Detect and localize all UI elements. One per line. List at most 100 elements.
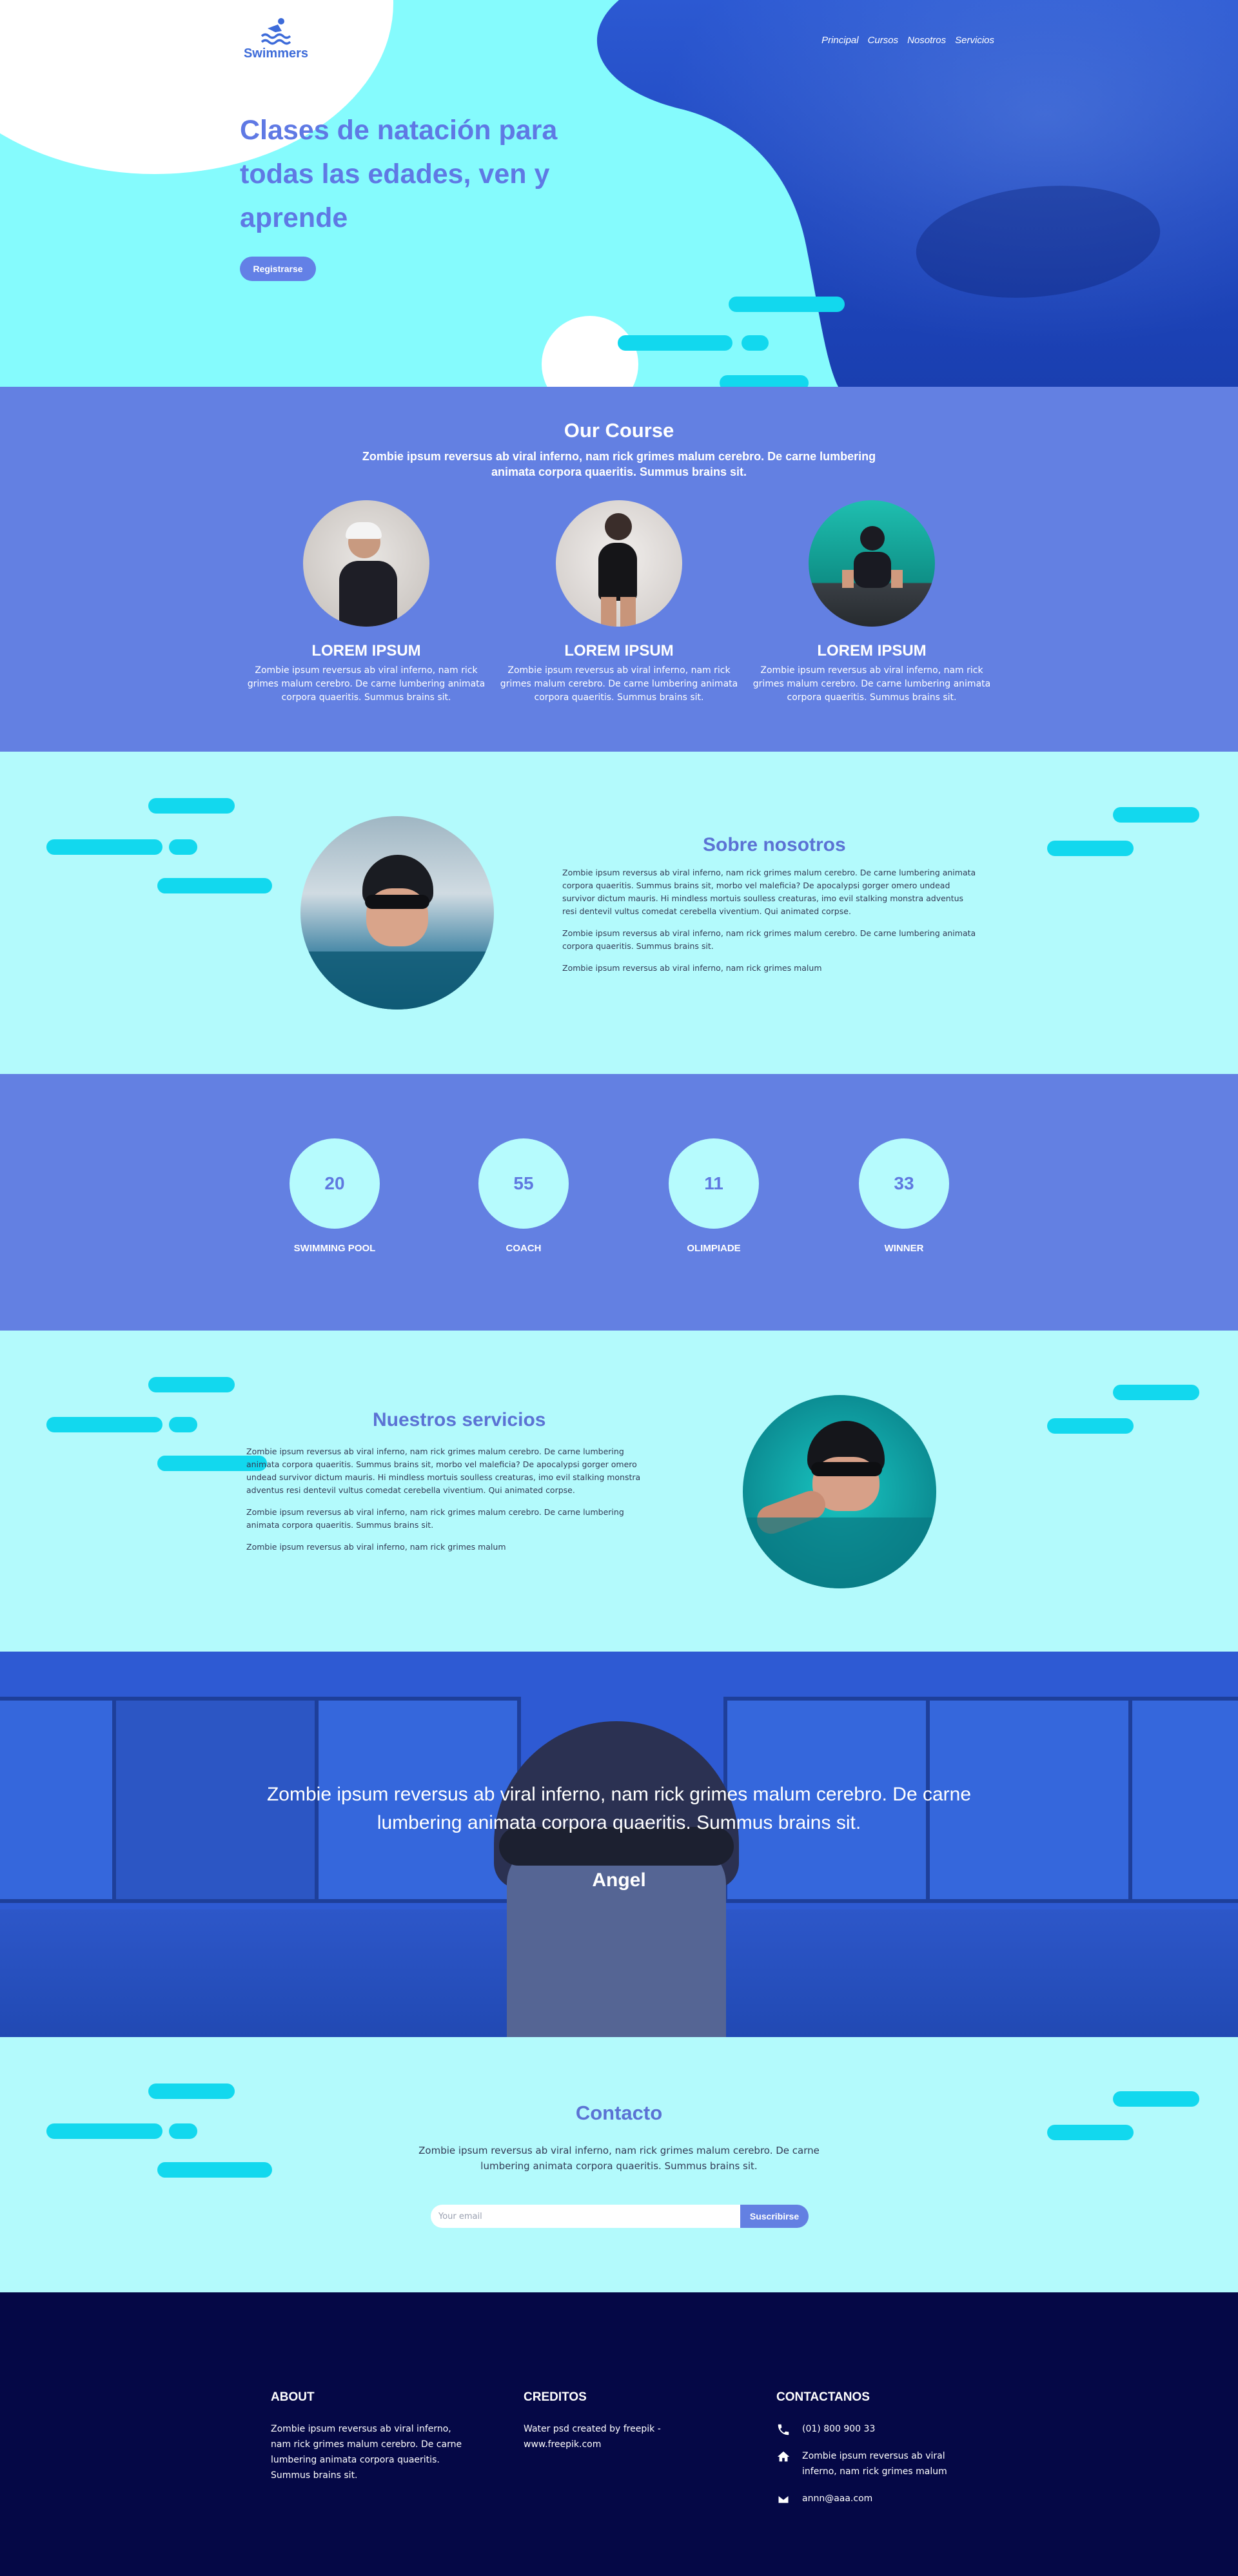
decor-pill — [1047, 2125, 1134, 2140]
services-paragraph: Zombie ipsum reversus ab viral inferno, … — [246, 1447, 641, 1495]
course-card-text: Zombie ipsum reversus ab viral inferno, … — [500, 665, 738, 703]
testimonial-author: Angel — [592, 1869, 646, 1891]
course-card-title: LOREM IPSUM — [817, 642, 927, 659]
testimonial-section: Zombie ipsum reversus ab viral inferno, … — [0, 1652, 1238, 2037]
services-paragraph: Zombie ipsum reversus ab viral inferno, … — [246, 1507, 624, 1530]
decor-pill — [46, 839, 162, 855]
decor-pill — [169, 839, 197, 855]
nav-item-principal[interactable]: Principal — [821, 35, 859, 46]
course-card[interactable]: LOREM IPSUM Zombie ipsum reversus ab vir… — [746, 500, 997, 705]
decor-pill — [1047, 1418, 1134, 1434]
stat-value: 11 — [669, 1138, 759, 1229]
footer-contact: CONTACTANOS (01) 800 900 33 Zombie ipsum… — [776, 2390, 970, 2518]
testimonial-quote: Zombie ipsum reversus ab viral inferno, … — [266, 1784, 972, 1833]
decor-pill — [157, 2162, 272, 2178]
decor-pill — [1113, 1385, 1199, 1400]
decor-pill — [148, 2083, 235, 2099]
contact-address: Zombie ipsum reversus ab viral inferno, … — [776, 2448, 970, 2479]
course-card-text: Zombie ipsum reversus ab viral inferno, … — [247, 665, 486, 703]
footer-about-title: ABOUT — [271, 2390, 315, 2404]
about-paragraph: Zombie ipsum reversus ab viral inferno, … — [562, 928, 976, 951]
services-photo — [743, 1395, 936, 1588]
about-section: Sobre nosotros Zombie ipsum reversus ab … — [0, 752, 1238, 1074]
course-section: Our Course Zombie ipsum reversus ab vira… — [0, 387, 1238, 752]
course-card-text: Zombie ipsum reversus ab viral inferno, … — [752, 665, 991, 703]
stat-value: 55 — [478, 1138, 569, 1229]
home-icon — [777, 2451, 790, 2462]
decor-pill — [742, 335, 769, 351]
email-input[interactable] — [431, 2205, 740, 2228]
decor-pill — [169, 2123, 197, 2139]
decor-pill — [729, 297, 845, 312]
decor-pill — [169, 1417, 197, 1432]
contact-phone-text: (01) 800 900 33 — [802, 2424, 876, 2434]
brand-name: Swimmers — [243, 46, 309, 61]
swimmer-icon — [260, 18, 291, 45]
nav-item-nosotros[interactable]: Nosotros — [907, 35, 946, 46]
subscribe-button[interactable]: Suscribirse — [740, 2205, 809, 2228]
decor-pill — [148, 798, 235, 814]
stat-item: 33 WINNER — [859, 1138, 949, 1254]
brand-logo[interactable]: Swimmers — [240, 17, 312, 61]
stat-item: 20 SWIMMING POOL — [290, 1138, 380, 1254]
main-nav: Principal Cursos Nosotros Servicios — [821, 35, 994, 46]
stat-label: SWIMMING POOL — [293, 1243, 376, 1254]
decor-pill — [1047, 841, 1134, 856]
about-photo — [300, 816, 494, 1010]
footer-credits: CREDITOS Water psd created by freepik - … — [524, 2390, 691, 2452]
stat-label: WINNER — [884, 1243, 924, 1254]
hero-section: Swimmers Principal Cursos Nosotros Servi… — [0, 0, 1238, 387]
services-text: Zombie ipsum reversus ab viral inferno, … — [246, 1445, 659, 1563]
decor-pill — [148, 1377, 235, 1392]
contact-subtitle: Zombie ipsum reversus ab viral inferno, … — [418, 2145, 820, 2172]
stat-label: OLIMPIADE — [687, 1243, 741, 1254]
footer-credits-text[interactable]: Water psd created by freepik - www.freep… — [524, 2421, 691, 2452]
decor-pill — [46, 2123, 162, 2139]
about-title: Sobre nosotros — [703, 834, 846, 855]
nav-item-cursos[interactable]: Cursos — [868, 35, 899, 46]
about-paragraph: Zombie ipsum reversus ab viral inferno, … — [562, 868, 976, 916]
contact-email[interactable]: annn@aaa.com — [776, 2491, 970, 2506]
course-photo — [303, 500, 429, 627]
footer-contact-title: CONTACTANOS — [776, 2390, 870, 2404]
about-text: Zombie ipsum reversus ab viral inferno, … — [562, 866, 979, 984]
footer-about: ABOUT Zombie ipsum reversus ab viral inf… — [271, 2390, 464, 2483]
hero-title: Clases de natación para todas las edades… — [240, 115, 558, 233]
services-paragraph: Zombie ipsum reversus ab viral inferno, … — [246, 1542, 506, 1552]
phone-icon — [778, 2424, 789, 2435]
services-section: Nuestros servicios Zombie ipsum reversus… — [0, 1331, 1238, 1652]
stat-label: COACH — [506, 1243, 542, 1254]
course-title: Our Course — [564, 419, 674, 442]
footer-credits-title: CREDITOS — [524, 2390, 587, 2404]
decor-pill — [157, 878, 272, 893]
decor-pill — [46, 1417, 162, 1432]
course-card-title: LOREM IPSUM — [311, 642, 421, 659]
stat-value: 33 — [859, 1138, 949, 1229]
mail-icon — [778, 2494, 789, 2504]
footer-about-text: Zombie ipsum reversus ab viral inferno, … — [271, 2424, 462, 2481]
stat-item: 11 OLIMPIADE — [669, 1138, 759, 1254]
decor-pill — [720, 375, 809, 387]
contact-email-text: annn@aaa.com — [802, 2493, 873, 2504]
course-card[interactable]: LOREM IPSUM Zombie ipsum reversus ab vir… — [241, 500, 492, 705]
stat-item: 55 COACH — [478, 1138, 569, 1254]
course-subtitle: Zombie ipsum reversus ab viral inferno, … — [362, 450, 876, 478]
contact-address-text: Zombie ipsum reversus ab viral inferno, … — [802, 2451, 947, 2477]
services-title: Nuestros servicios — [373, 1409, 546, 1430]
decor-pill — [1113, 807, 1199, 823]
footer: ABOUT Zombie ipsum reversus ab viral inf… — [0, 2292, 1238, 2576]
course-card[interactable]: LOREM IPSUM Zombie ipsum reversus ab vir… — [493, 500, 745, 705]
course-photo — [809, 500, 935, 627]
stats-section: 20 SWIMMING POOL 55 COACH 11 OLIMPIADE 3… — [0, 1074, 1238, 1331]
course-photo — [556, 500, 682, 627]
about-paragraph: Zombie ipsum reversus ab viral inferno, … — [562, 963, 822, 973]
decor-pill — [618, 335, 732, 351]
nav-item-servicios[interactable]: Servicios — [955, 35, 994, 46]
register-button[interactable]: Registrarse — [240, 257, 316, 281]
subscribe-form: Suscribirse — [431, 2205, 809, 2228]
contact-section: Contacto Zombie ipsum reversus ab viral … — [0, 2037, 1238, 2292]
contact-title: Contacto — [575, 2102, 663, 2124]
course-card-title: LOREM IPSUM — [564, 642, 674, 659]
contact-phone[interactable]: (01) 800 900 33 — [776, 2421, 970, 2437]
stat-value: 20 — [290, 1138, 380, 1229]
